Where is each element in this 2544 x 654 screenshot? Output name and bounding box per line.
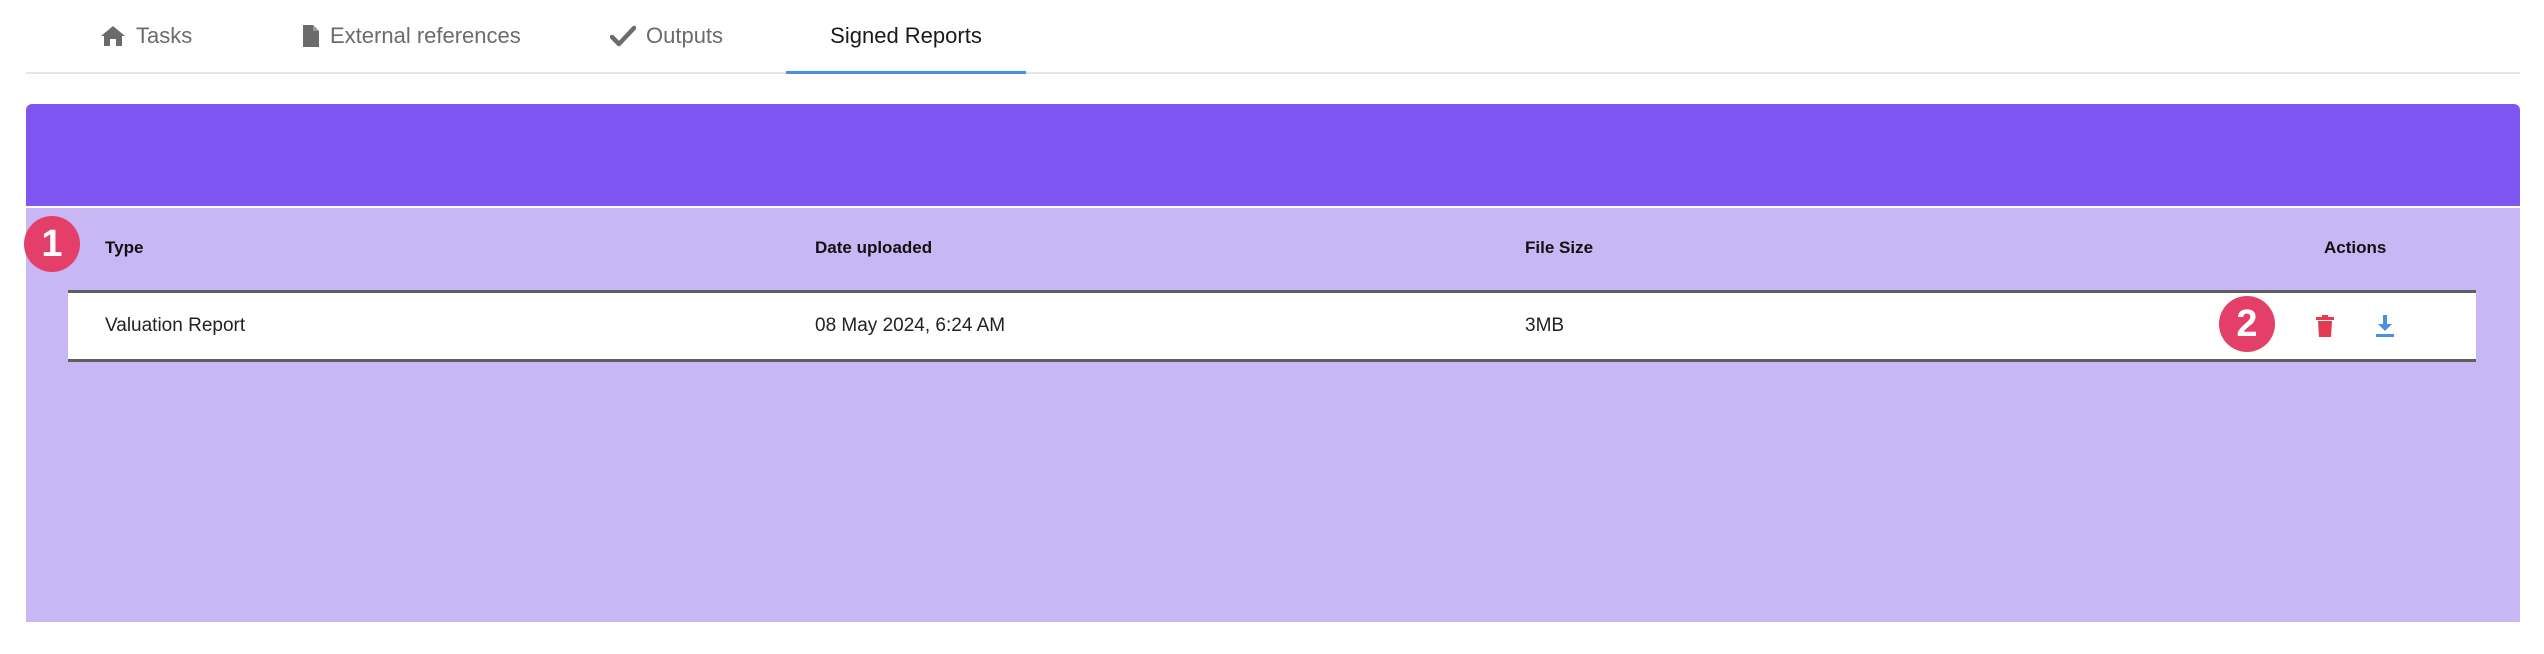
tab-label: External references — [330, 23, 521, 48]
download-icon — [2375, 314, 2395, 342]
cell-date-uploaded: 08 May 2024, 6:24 AM — [815, 315, 1006, 336]
cell-type: Valuation Report — [105, 315, 246, 336]
column-header-file-size[interactable]: File Size — [1525, 238, 1593, 258]
tab-label: Signed Reports — [830, 23, 982, 48]
document-icon — [302, 24, 320, 48]
check-icon — [610, 25, 636, 47]
column-header-type[interactable]: Type — [105, 238, 143, 258]
column-header-actions: Actions — [2324, 238, 2387, 257]
delete-icon — [2316, 314, 2334, 342]
home-icon — [100, 25, 126, 47]
tab-signed-reports[interactable]: Signed Reports — [786, 0, 1026, 74]
tab-bar: Tasks External references Outputs Signed… — [26, 0, 2520, 74]
annotation-badge: 2 — [2219, 296, 2275, 352]
tab-external-references[interactable]: External references — [302, 0, 542, 72]
table-container — [26, 208, 2520, 622]
tab-tasks[interactable]: Tasks — [100, 0, 210, 72]
delete-button[interactable] — [2310, 313, 2340, 343]
tab-label: Outputs — [646, 23, 724, 48]
cell-file-size: 3MB — [1525, 315, 1565, 336]
table-row[interactable]: Valuation Report 08 May 2024, 6:24 AM 3M… — [68, 290, 2476, 362]
download-button[interactable] — [2370, 313, 2400, 343]
tab-label: Tasks — [136, 23, 193, 48]
active-tab-indicator — [786, 71, 1026, 74]
tab-outputs[interactable]: Outputs — [610, 0, 750, 72]
annotation-badge: 1 — [24, 216, 80, 272]
column-header-date-uploaded[interactable]: Date uploaded — [815, 238, 932, 258]
panel-header — [26, 104, 2520, 206]
